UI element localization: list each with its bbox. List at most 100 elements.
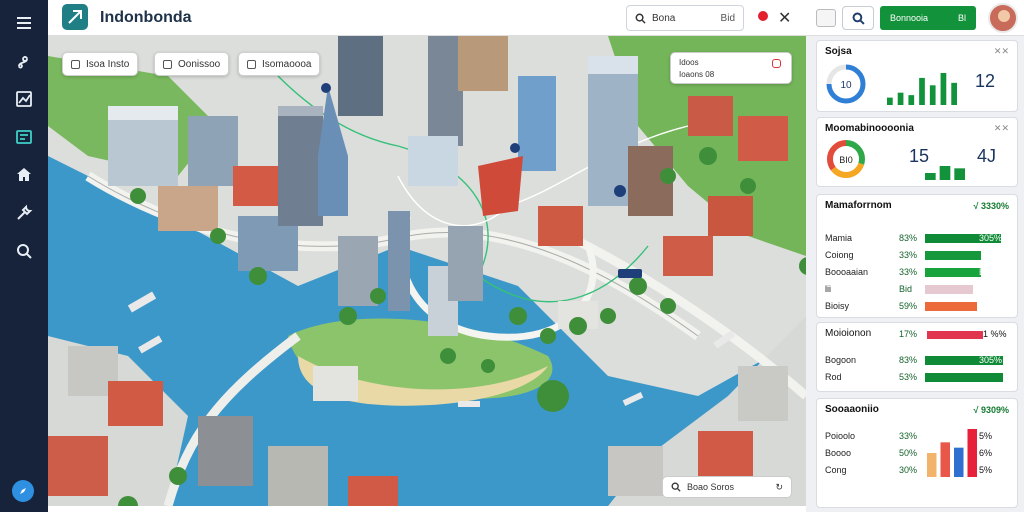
refresh-icon[interactable]: ↻: [775, 482, 783, 493]
row-value: 30%: [899, 465, 918, 475]
sidebar: [0, 0, 48, 512]
pink-bar-tip: 1 %%: [983, 329, 1007, 339]
card-badge: √ 3330%: [973, 201, 1009, 211]
mini-bar-chart: [887, 73, 957, 105]
checkbox-icon: [71, 59, 80, 69]
search-suffix: Bid: [720, 12, 735, 24]
route-icon: [18, 56, 28, 69]
app-logo: [62, 4, 88, 30]
bar-mark: [940, 73, 947, 105]
map-search-input[interactable]: Boao Soros ↻: [662, 476, 792, 498]
menu-button[interactable]: [0, 4, 48, 42]
search-icon: [852, 12, 865, 25]
row-label: Bogoon: [825, 355, 857, 365]
wrench-icon: [17, 204, 33, 220]
map-pin-4[interactable]: [618, 269, 642, 278]
search-input[interactable]: Bona Bid: [626, 5, 744, 31]
row-value: 33%: [899, 250, 918, 260]
right-panel: Bonnooia Bl Sojsa ✕✕ 10 12 Moomabinoooon…: [806, 0, 1024, 512]
chip-label: Isomaoooa: [262, 58, 312, 70]
map-pin-2[interactable]: [510, 143, 520, 153]
row-label: Boooaaian: [825, 267, 869, 277]
donut-value: BI0: [839, 155, 853, 165]
bar-mark: [939, 166, 951, 180]
map-pin-3[interactable]: [614, 185, 626, 197]
row-label: Poioolo: [825, 431, 856, 441]
compass-icon: [20, 488, 26, 494]
map-search-text: Boao Soros: [687, 482, 735, 492]
row-value: 53%: [899, 372, 918, 382]
card-badge: √ 9309%: [973, 405, 1009, 415]
info-line-2: Ioaons 08: [679, 70, 715, 79]
avatar[interactable]: [988, 3, 1018, 33]
card-metric: 12: [975, 71, 996, 91]
row-label: Boooo: [825, 448, 852, 458]
city-map[interactable]: Isoa Insto Oonissoo Isomaoooa Idoos Ioao…: [48, 36, 806, 506]
mini-bar-chart: [925, 166, 965, 180]
primary-action-suffix: Bl: [957, 13, 966, 23]
info-line-1: Idoos: [679, 58, 699, 67]
map-pin-1[interactable]: [321, 83, 331, 93]
top-bar: Indonbonda Bona Bid ✕: [48, 0, 806, 36]
home-icon: [17, 168, 31, 181]
panel-icon: [16, 130, 32, 144]
card-title: Moioionon: [825, 328, 872, 339]
bar-mark: [951, 82, 957, 105]
stats-card-1: Sojsa ✕✕ 10 12: [816, 40, 1018, 112]
bar-mark: [929, 85, 936, 105]
row-label: Bioisy: [825, 301, 850, 311]
map-info-popup[interactable]: Idoos Ioaons 08: [670, 52, 792, 84]
app-title: Indonbonda: [100, 9, 192, 26]
row-value: 59%: [899, 301, 918, 311]
row-value: 83%: [899, 233, 918, 243]
row-tip: Bo: [979, 267, 991, 277]
chip-label: Oonissoo: [178, 58, 221, 70]
row-tip: 305%: [979, 233, 1003, 243]
bar-mark: [925, 173, 936, 180]
map-filter-chip-1[interactable]: Isoa Insto: [62, 52, 139, 76]
row-label: Mamia: [825, 233, 853, 243]
row-bar: [925, 373, 1003, 382]
sidebar-item-routes[interactable]: [0, 42, 48, 80]
sidebar-item-home[interactable]: [0, 156, 48, 194]
record-indicator[interactable]: [758, 11, 768, 21]
card-title: Sooaaoniio: [825, 404, 879, 415]
checkbox-icon: [163, 59, 172, 69]
monitoring-card: Moioionon 17% 1 %% Bogoon 83% 305% Rod 53%: [816, 322, 1018, 392]
gauge-chart: 10: [826, 64, 866, 104]
sidebar-item-analytics[interactable]: [0, 80, 48, 118]
sidebar-item-tools[interactable]: [0, 194, 48, 232]
row-bar: [925, 268, 981, 277]
row-value: Bid: [899, 284, 913, 294]
row-bar: [925, 285, 973, 294]
info-close-icon[interactable]: [772, 59, 781, 68]
primary-action-button[interactable]: Bonnooia Bl: [880, 6, 976, 30]
card-metric-2: 4J: [977, 146, 997, 166]
hamburger-icon: [17, 17, 31, 29]
row-tip: 6%: [979, 448, 993, 458]
card-close-icon[interactable]: ✕✕: [994, 123, 1009, 134]
sidebar-item-dashboard[interactable]: [0, 118, 48, 156]
sidebar-item-search[interactable]: [0, 232, 48, 270]
row-label: Cong: [825, 465, 847, 475]
row-value: 33%: [899, 431, 918, 441]
donut-chart: BI0: [827, 140, 865, 178]
card-badge: 17%: [899, 329, 918, 339]
compass-button[interactable]: [12, 480, 34, 502]
bar-mark: [940, 442, 950, 477]
panel-search-button[interactable]: [842, 6, 874, 30]
primary-action-label: Bonnooia: [890, 13, 929, 23]
row-tip: 5 8%: [979, 301, 1000, 311]
map-filter-chip-2[interactable]: Oonissoo: [154, 52, 230, 76]
card-close-icon[interactable]: ✕✕: [994, 46, 1009, 57]
bar-mark: [967, 429, 977, 477]
bar-mark: [908, 95, 915, 105]
row-value: 50%: [899, 448, 918, 458]
search-icon: [635, 13, 646, 24]
row-bar: [925, 251, 981, 260]
map-canvas[interactable]: [48, 36, 806, 506]
map-filter-chip-3[interactable]: Isomaoooa: [238, 52, 321, 76]
close-icon[interactable]: ✕: [778, 8, 791, 28]
grid-view-icon[interactable]: [816, 9, 836, 27]
row-value: 33%: [899, 267, 918, 277]
